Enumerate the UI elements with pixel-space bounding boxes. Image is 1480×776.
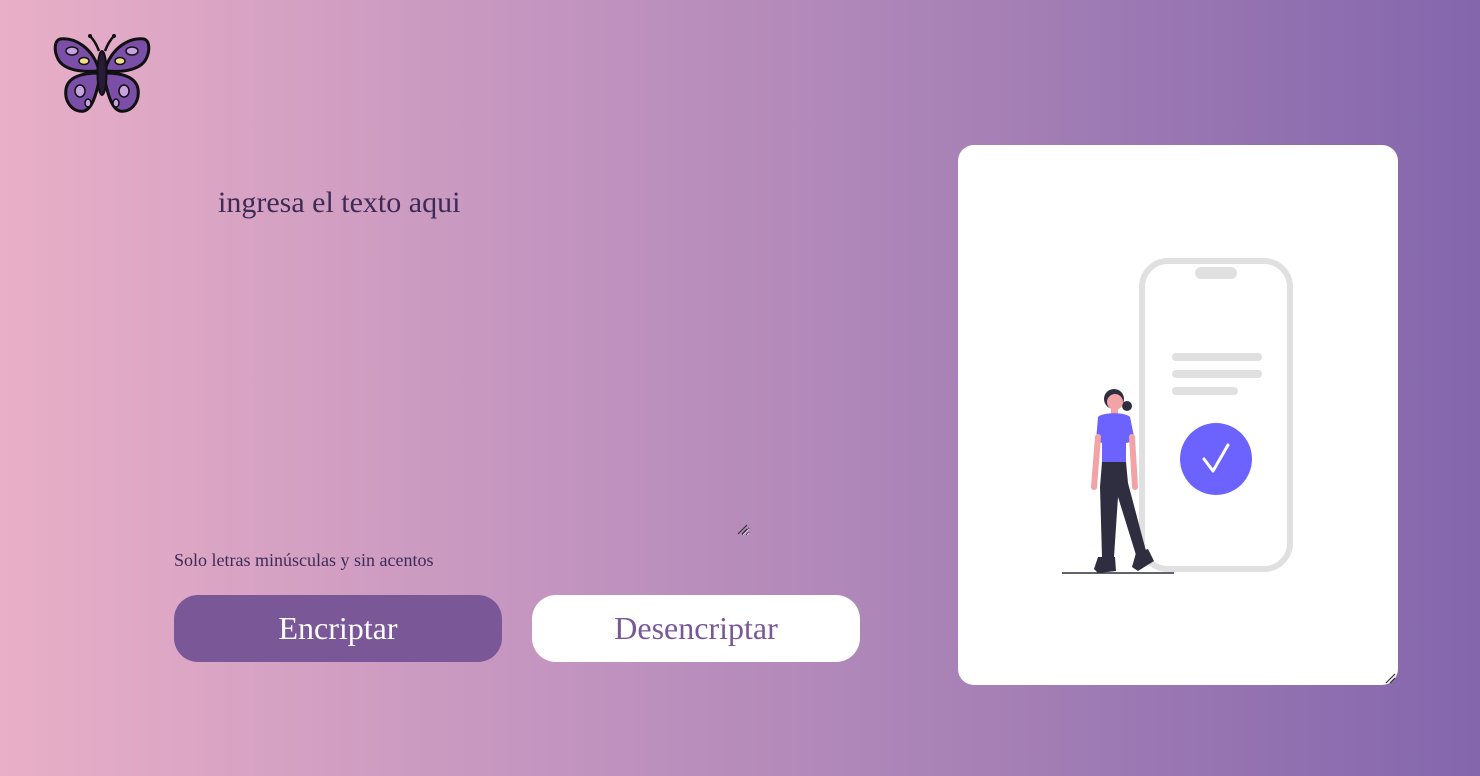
input-hint-text: Solo letras minúsculas y sin acentos [174, 550, 434, 570]
resize-handle-icon[interactable] [736, 522, 748, 535]
resize-handle-icon[interactable] [1384, 671, 1396, 684]
output-panel [958, 145, 1398, 685]
person-phone-checkmark-icon [1058, 255, 1298, 575]
decrypt-button[interactable]: Desencriptar [532, 595, 860, 662]
text-input[interactable] [174, 170, 750, 536]
encrypt-button[interactable]: Encriptar [174, 595, 502, 662]
butterfly-logo-icon [52, 33, 152, 115]
